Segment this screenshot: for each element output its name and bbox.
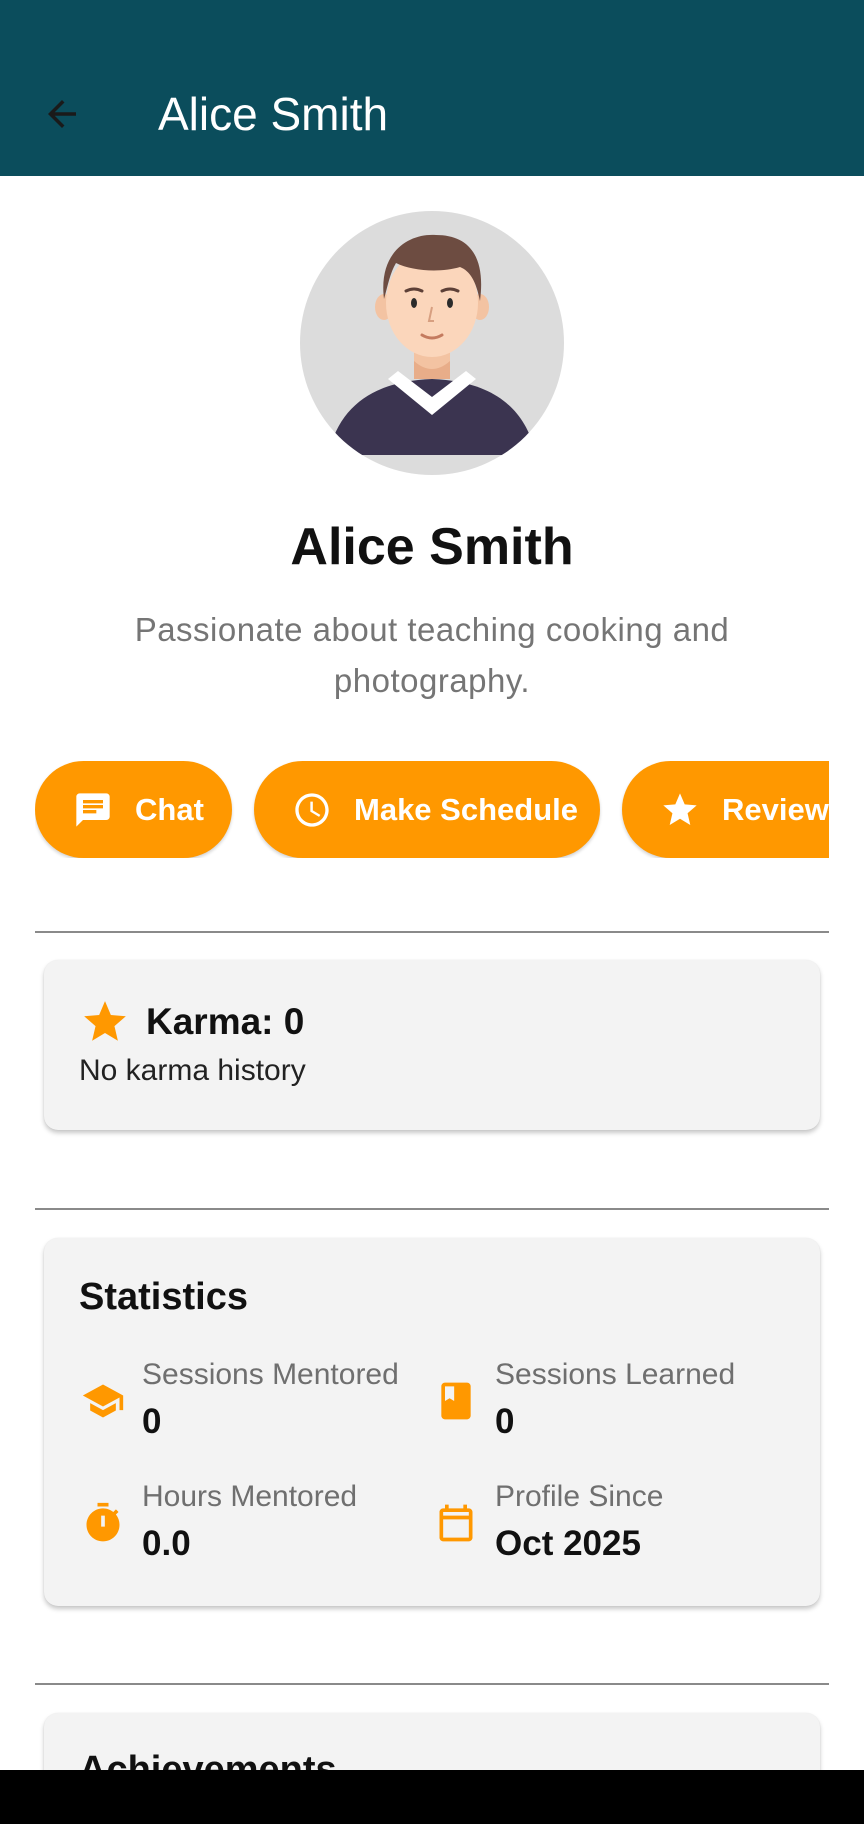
avatar [300, 211, 564, 475]
stat-label: Profile Since [495, 1480, 664, 1513]
stat-value: 0 [495, 1402, 515, 1441]
stat-label: Hours Mentored [142, 1480, 358, 1513]
action-buttons-row: Chat Make Schedule Reviews [35, 761, 829, 858]
divider [35, 1683, 829, 1685]
calendar-icon [433, 1500, 479, 1546]
statistics-title: Statistics [79, 1276, 248, 1318]
stat-value: 0 [142, 1402, 162, 1441]
arrow-back-icon [48, 100, 76, 128]
chat-button[interactable]: Chat [35, 761, 232, 858]
make-schedule-button-label: Make Schedule [354, 791, 578, 827]
karma-card: Karma: 0 No karma history [44, 960, 820, 1130]
stat-profile-since: Profile Since Oct 2025 [433, 1480, 773, 1570]
school-icon [80, 1378, 126, 1424]
clock-icon [292, 790, 332, 830]
make-schedule-button[interactable]: Make Schedule [254, 761, 600, 858]
stat-value: 0.0 [142, 1524, 191, 1563]
timer-icon [80, 1500, 126, 1546]
stat-label: Sessions Mentored [142, 1358, 399, 1391]
chat-icon [73, 790, 113, 830]
back-button[interactable] [26, 78, 98, 150]
reviews-button-label: Reviews [722, 791, 829, 827]
stat-label: Sessions Learned [495, 1358, 736, 1391]
divider [35, 1208, 829, 1210]
system-navigation-bar [0, 1770, 864, 1824]
stat-value: Oct 2025 [495, 1524, 641, 1563]
star-icon [84, 1001, 126, 1041]
star-icon [660, 790, 700, 830]
stat-sessions-mentored: Sessions Mentored 0 [80, 1358, 420, 1448]
chat-button-label: Chat [135, 791, 204, 827]
book-icon [433, 1378, 479, 1424]
stat-sessions-learned: Sessions Learned 0 [433, 1358, 773, 1448]
karma-title: Karma: 0 [146, 1001, 305, 1042]
statistics-card: Statistics Sessions Mentored 0 Sessions … [44, 1238, 820, 1606]
profile-bio: Passionate about teaching cooking and ph… [134, 611, 730, 699]
stat-hours-mentored: Hours Mentored 0.0 [80, 1480, 420, 1570]
divider [35, 931, 829, 933]
profile-name: Alice Smith [290, 518, 574, 576]
page-title: Alice Smith [158, 88, 389, 140]
karma-history: No karma history [79, 1054, 306, 1087]
reviews-button[interactable]: Reviews [622, 761, 829, 858]
karma-header: Karma: 0 [80, 997, 304, 1047]
app-bar: Alice Smith [0, 0, 864, 176]
